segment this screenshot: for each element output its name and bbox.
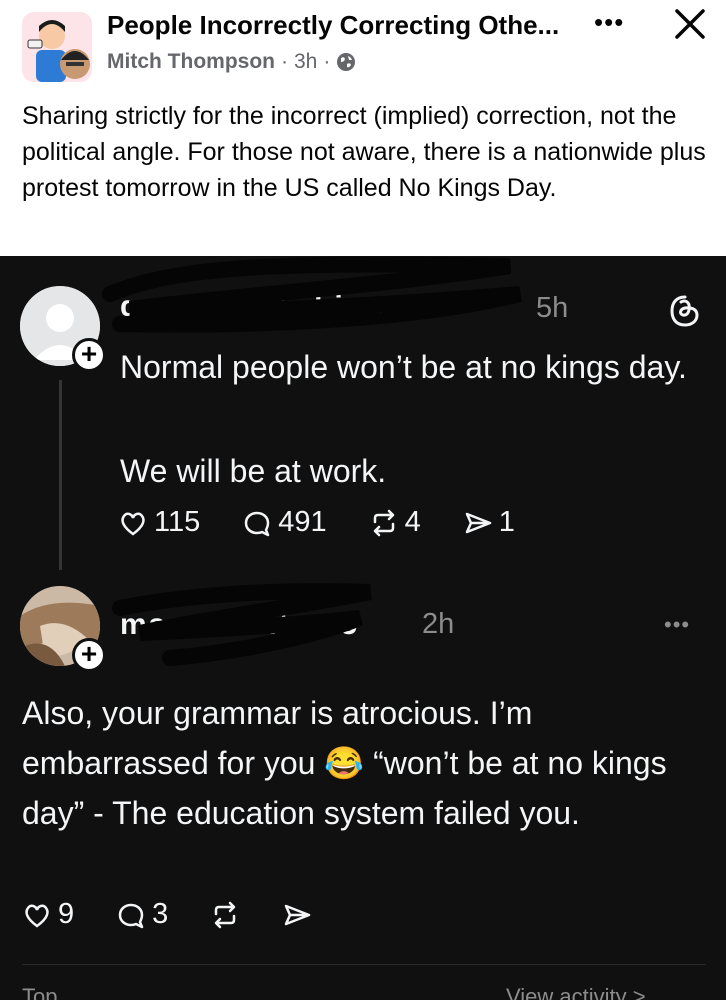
send-icon bbox=[285, 904, 311, 925]
author-line: Mitch Thompson · 3h · bbox=[107, 50, 356, 74]
repost-icon bbox=[373, 509, 394, 536]
repost-button[interactable]: 4 bbox=[369, 506, 421, 539]
repost-count: 4 bbox=[404, 506, 421, 538]
repost-icon bbox=[215, 901, 236, 928]
facebook-post-header: People Incorrectly Correcting Othe... Mi… bbox=[0, 0, 726, 256]
send-icon bbox=[465, 512, 492, 533]
reply-text: We will be at work. bbox=[120, 453, 387, 489]
share-button[interactable]: 1 bbox=[463, 506, 515, 539]
comment-icon bbox=[244, 511, 270, 536]
group-name[interactable]: People Incorrectly Correcting Othe... bbox=[107, 10, 567, 41]
follow-plus-icon[interactable]: + bbox=[72, 338, 106, 372]
comment-button[interactable]: 491 bbox=[242, 506, 327, 539]
reply-text: Also, your grammar is atrocious. I’m emb… bbox=[22, 695, 667, 831]
post-time: 2h bbox=[422, 608, 455, 640]
threads-screenshot: + graceie...wshin...s 5h Normal people w… bbox=[0, 256, 726, 1000]
username[interactable]: graceie...wshin...s bbox=[120, 290, 415, 324]
separator: · bbox=[323, 50, 331, 73]
follow-plus-icon[interactable]: + bbox=[72, 638, 106, 672]
comment-count: 3 bbox=[152, 898, 169, 930]
post-time[interactable]: 3h bbox=[294, 50, 317, 74]
post-body-text: Sharing strictly for the incorrect (impl… bbox=[22, 102, 706, 202]
comment-count: 491 bbox=[278, 506, 327, 538]
group-avatar-illustration bbox=[22, 12, 92, 82]
separator: · bbox=[280, 50, 288, 73]
thread-connector-line bbox=[59, 380, 62, 570]
username[interactable]: mss...ni...t...05 bbox=[120, 608, 359, 642]
author-name[interactable]: Mitch Thompson bbox=[107, 50, 275, 74]
like-button[interactable]: 115 bbox=[118, 506, 200, 539]
like-count: 115 bbox=[154, 506, 201, 538]
reply-actions: 115 491 4 1 bbox=[118, 506, 557, 539]
post-time: 5h bbox=[536, 292, 569, 324]
like-button[interactable]: 9 bbox=[22, 898, 74, 931]
heart-icon bbox=[121, 512, 145, 536]
group-avatar[interactable] bbox=[22, 12, 92, 82]
share-button[interactable] bbox=[282, 900, 312, 930]
divider bbox=[22, 964, 706, 965]
sort-label[interactable]: Top bbox=[22, 984, 57, 1000]
reply-actions: 9 3 bbox=[22, 898, 354, 931]
globe-icon bbox=[336, 52, 356, 72]
close-icon[interactable] bbox=[672, 6, 708, 42]
more-options-icon[interactable]: ••• bbox=[664, 612, 690, 638]
more-options-icon[interactable]: ••• bbox=[594, 9, 634, 35]
heart-icon bbox=[25, 904, 49, 928]
share-count: 1 bbox=[498, 506, 515, 538]
comment-icon bbox=[118, 903, 144, 928]
threads-logo-icon[interactable] bbox=[668, 294, 702, 328]
view-activity-link[interactable]: View activity > bbox=[506, 984, 646, 1000]
like-count: 9 bbox=[58, 898, 75, 930]
comment-button[interactable]: 3 bbox=[116, 898, 168, 931]
repost-button[interactable] bbox=[210, 900, 240, 930]
reply-text: Normal people won’t be at no kings day. bbox=[120, 349, 687, 385]
